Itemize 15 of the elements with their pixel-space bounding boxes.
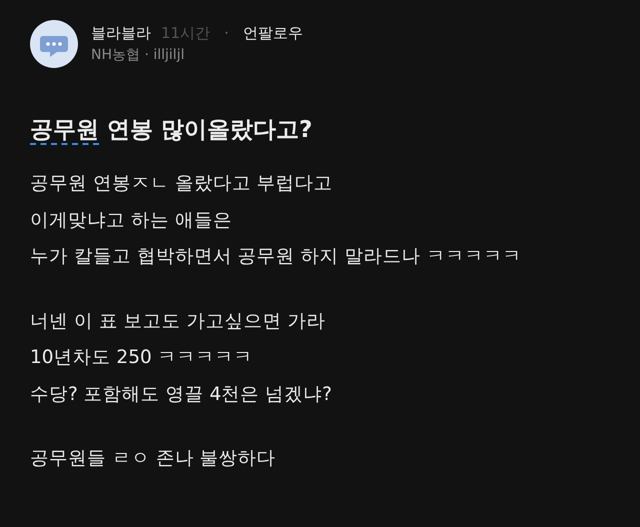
separator-dot: · <box>224 24 229 42</box>
company-line: NH농협 · illjiljl <box>91 46 186 64</box>
body-text-line: 수당? 포함해도 영끌 4천은 넘겠냐? <box>30 382 333 406</box>
body-text-line: 공무원들 ㄹㅇ 존나 불쌍하다 <box>30 447 277 471</box>
post-title: 공무원 연봉 많이올랐다고? <box>30 116 314 145</box>
body-text-line: 이게맞냐고 하는 애들은 <box>30 208 233 232</box>
avatar-icon[interactable] <box>30 20 78 68</box>
post-time: 11시간 <box>161 24 210 43</box>
keyword-link[interactable]: 공무원 <box>30 117 99 143</box>
body-text-line: 너넨 이 표 보고도 가고싶으면 가라 <box>30 310 326 334</box>
body-text-line: 공무원 연봉ㅈㄴ 올랐다고 부럽다고 <box>30 172 334 196</box>
author-name[interactable]: 블라블라 <box>91 24 151 43</box>
unfollow-link[interactable]: 언팔로우 <box>242 24 303 43</box>
body-text-line: 10년차도 250 ㅋㅋㅋㅋㅋ <box>30 346 254 370</box>
body-text-line: 누가 칼들고 협박하면서 공무원 하지 말라드나 ㅋㅋㅋㅋㅋ <box>30 245 522 269</box>
